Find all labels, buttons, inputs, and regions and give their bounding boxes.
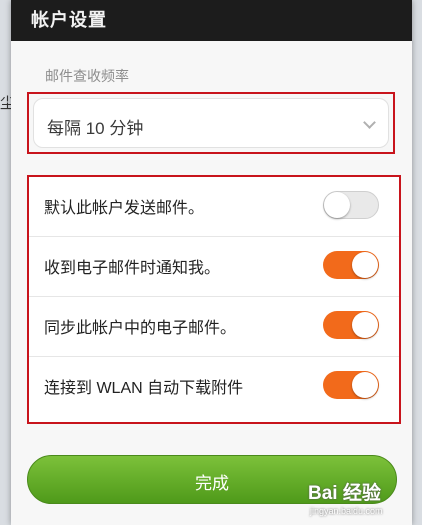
account-settings-dialog: 帐户设置 邮件查收频率 每隔 10 分钟 默认此帐户发送邮件。 收到电子邮件时通… [11,0,412,525]
dialog-header: 帐户设置 [11,0,412,41]
toggle-label: 收到电子邮件时通知我。 [44,260,221,277]
notify-switch[interactable] [323,251,379,279]
default-send-switch[interactable] [323,191,379,219]
frequency-highlight-box: 每隔 10 分钟 [27,92,395,154]
baidu-jingyan-watermark: Bai 经验 jingyan.baidu.com [300,478,418,522]
toggle-row-default-send[interactable]: 默认此帐户发送邮件。 [29,177,399,237]
frequency-section-label: 邮件查收频率 [45,68,129,84]
toggles-highlight-box: 默认此帐户发送邮件。 收到电子邮件时通知我。 同步此帐户中的电子邮件。 连接到 … [27,175,401,424]
switch-knob [352,312,378,338]
switch-knob [352,252,378,278]
toggle-label: 连接到 WLAN 自动下载附件 [44,380,244,397]
frequency-select[interactable]: 每隔 10 分钟 [33,98,389,148]
toggle-label: 同步此帐户中的电子邮件。 [44,320,237,337]
toggle-row-wlan-download[interactable]: 连接到 WLAN 自动下载附件 [29,357,399,416]
toggle-row-notify[interactable]: 收到电子邮件时通知我。 [29,237,399,297]
toggle-row-sync[interactable]: 同步此帐户中的电子邮件。 [29,297,399,357]
switch-knob [324,192,350,218]
watermark-subtext: jingyan.baidu.com [310,506,383,516]
wlan-download-switch[interactable] [323,371,379,399]
switch-knob [352,372,378,398]
frequency-selected-value: 每隔 10 分钟 [47,119,144,138]
toggle-label: 默认此帐户发送邮件。 [44,200,205,217]
dialog-title: 帐户设置 [31,10,107,30]
chevron-down-icon [363,116,376,129]
watermark-text: Bai 经验 [308,483,381,504]
sync-switch[interactable] [323,311,379,339]
